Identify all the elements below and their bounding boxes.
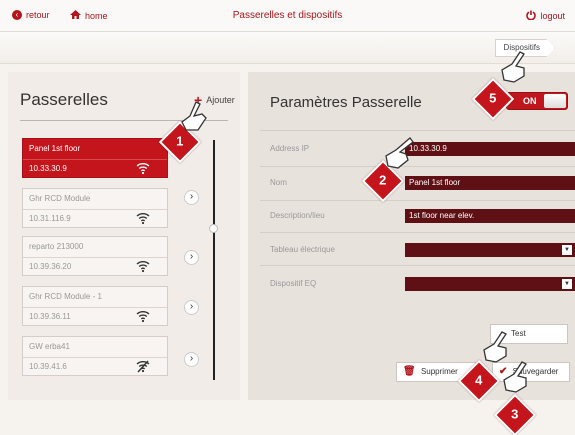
divider — [260, 265, 575, 266]
divider — [260, 200, 575, 201]
pointing-hand-icon — [181, 101, 207, 131]
gateway-name: Ghr RCD Module — [29, 194, 91, 203]
logout-link[interactable]: logout — [526, 10, 565, 22]
settings-title: Paramètres Passerelle — [270, 94, 422, 111]
card-divider — [23, 209, 167, 210]
breadcrumb-bar: Dispositifs — [0, 32, 575, 64]
pointing-hand-icon — [501, 51, 525, 83]
scrollbar-track[interactable] — [213, 140, 215, 380]
toggle-knob — [544, 94, 566, 108]
divider — [260, 166, 575, 167]
device-select[interactable]: ▼ — [405, 277, 575, 291]
wifi-icon — [136, 213, 150, 225]
card-divider — [23, 357, 167, 358]
board-select[interactable]: ▼ — [405, 243, 575, 257]
add-label: Ajouter — [206, 95, 235, 105]
name-label: Nom — [270, 178, 287, 187]
gateway-ip: 10.39.41.6 — [29, 362, 67, 371]
gateway-card[interactable]: Panel 1st floor 10.33.30.9 — [22, 138, 168, 178]
gateway-name: GW erba41 — [29, 342, 70, 351]
page-title: Passerelles et dispositifs — [232, 10, 343, 21]
chevron-right-icon[interactable]: › — [184, 300, 199, 315]
gateway-name: Ghr RCD Module - 1 — [29, 292, 102, 301]
card-divider — [23, 257, 167, 258]
board-label: Tableau électrique — [270, 245, 335, 254]
card-divider — [23, 159, 167, 160]
scrollbar-thumb[interactable] — [209, 224, 218, 233]
gateway-on-toggle[interactable]: ON — [506, 92, 568, 110]
address-label: Address IP — [270, 144, 310, 153]
device-label: Dispositif EQ — [270, 279, 317, 288]
gateway-card[interactable]: reparto 213000 10.39.36.20 — [22, 236, 168, 276]
divider — [260, 232, 575, 233]
test-label: Test — [511, 329, 526, 338]
settings-panel: Paramètres Passerelle ON Address IP 10.3… — [248, 72, 575, 400]
dropdown-arrow-icon: ▼ — [562, 279, 572, 289]
gateway-card[interactable]: Ghr RCD Module - 1 10.39.36.11 — [22, 286, 168, 326]
gateway-card[interactable]: GW erba41 10.39.41.6 — [22, 336, 168, 376]
pointing-hand-icon — [503, 361, 527, 393]
wifi-icon — [136, 163, 150, 175]
name-field[interactable]: Panel 1st floor — [405, 176, 575, 190]
address-ip-field[interactable]: 10.33.30.9 — [405, 142, 575, 156]
chevron-right-icon[interactable]: › — [184, 250, 199, 265]
delete-label: Supprimer — [420, 367, 458, 376]
wifi-icon — [136, 311, 150, 323]
gateway-card[interactable]: Ghr RCD Module 10.31.116.9 — [22, 188, 168, 228]
toggle-label: ON — [523, 96, 537, 106]
pointing-hand-icon — [385, 137, 414, 169]
gateway-ip: 10.33.30.9 — [29, 164, 67, 173]
gateway-ip: 10.39.36.11 — [29, 312, 71, 321]
card-divider — [23, 307, 167, 308]
gateway-ip: 10.31.116.9 — [29, 214, 71, 223]
wifi-icon — [136, 261, 150, 273]
gateway-name: reparto 213000 — [29, 242, 84, 251]
description-label: Description/lieu — [270, 211, 325, 220]
gateways-title: Passerelles — [20, 90, 108, 109]
chevron-right-icon[interactable]: › — [184, 190, 199, 205]
trash-icon: 🗑 — [403, 366, 416, 377]
gateway-ip: 10.39.36.20 — [29, 262, 72, 271]
logout-label: logout — [540, 11, 565, 21]
chevron-right-icon[interactable]: › — [184, 352, 199, 367]
top-bar: ‹ retour home Passerelles et dispositifs… — [0, 0, 575, 32]
gateway-name: Panel 1st floor — [29, 144, 81, 153]
power-icon — [526, 10, 537, 22]
wifi-off-icon — [136, 360, 150, 373]
divider — [260, 130, 575, 131]
description-field[interactable]: 1st floor near elev. — [405, 209, 575, 223]
dropdown-arrow-icon: ▼ — [562, 245, 572, 255]
pointing-hand-icon — [483, 331, 507, 363]
